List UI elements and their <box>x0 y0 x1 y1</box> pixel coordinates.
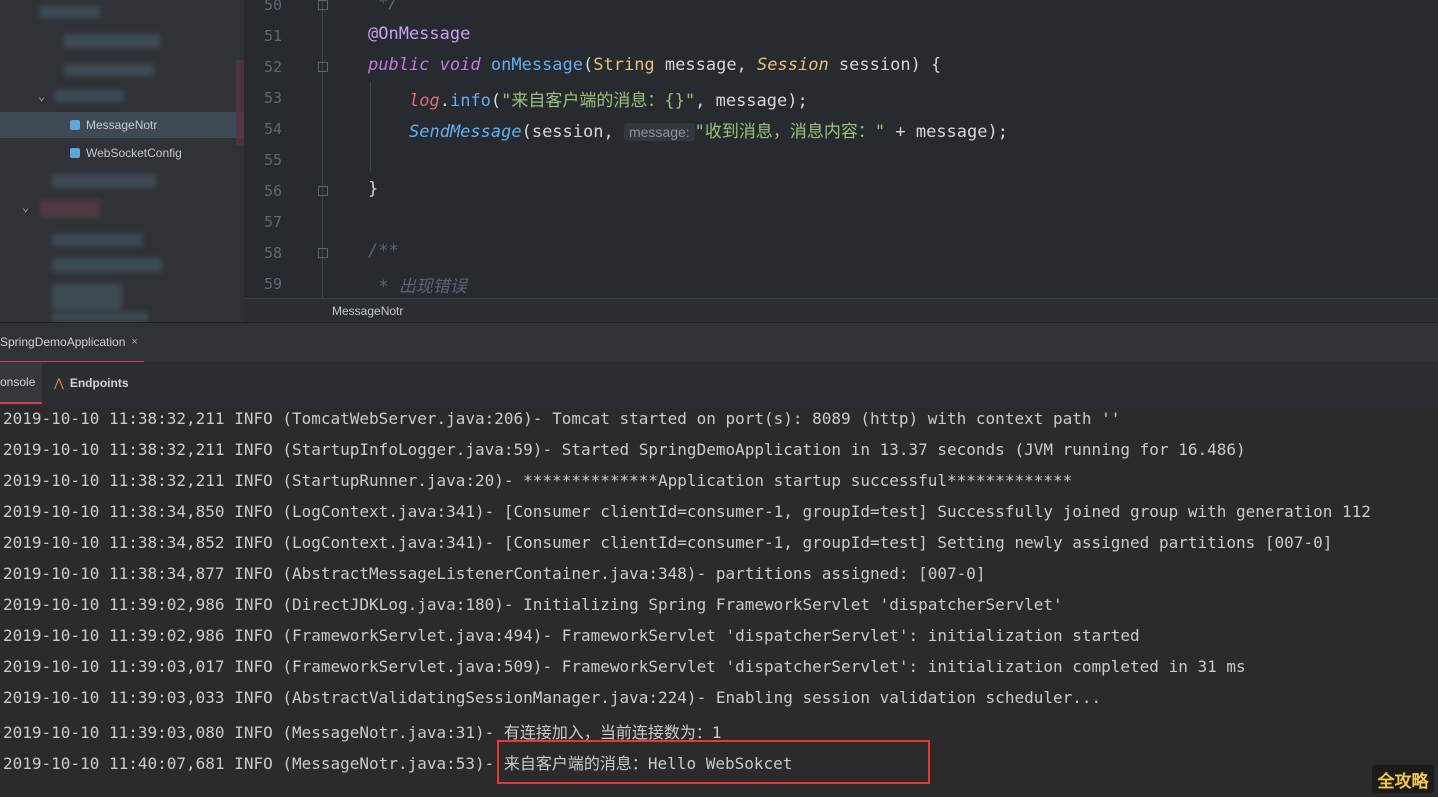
console-line: 2019-10-10 11:38:34,852 INFO (LogContext… <box>3 533 1333 552</box>
line-number: 57 <box>263 213 282 231</box>
tree-item-label: WebSocketConfig <box>86 146 182 160</box>
line-number: 56 <box>263 182 282 200</box>
chevron-down-icon[interactable]: ⌄ <box>38 89 45 103</box>
highlight-annotation-box <box>497 740 930 784</box>
breadcrumb-item[interactable]: MessageNotr <box>332 304 403 318</box>
console-line: 2019-10-10 11:38:34,877 INFO (AbstractMe… <box>3 564 986 583</box>
line-number: 59 <box>263 275 282 293</box>
watermark-logo: 全攻略 <box>1372 765 1434 793</box>
code-line-51: @OnMessage <box>368 24 471 44</box>
code-line-54: SendMessage(session, message: "收到消息，消息内容：… <box>409 122 1008 142</box>
code-line-50: */ <box>378 0 399 13</box>
code-line-53: log.info("来自客户端的消息：{}", message); <box>409 91 808 111</box>
line-number: 55 <box>263 151 282 169</box>
code-line-58: /** <box>368 241 399 261</box>
console-line: 2019-10-10 11:38:32,211 INFO (StartupRun… <box>3 471 1073 490</box>
console-line: 2019-10-10 11:39:02,986 INFO (DirectJDKL… <box>3 595 1063 614</box>
tab-endpoints-label: Endpoints <box>69 376 129 390</box>
fold-marker-icon[interactable] <box>318 62 328 72</box>
line-number: 54 <box>263 120 282 138</box>
tree-item-websocketconfig[interactable]: WebSocketConfig <box>0 140 244 166</box>
tab-console-label: onsole <box>0 375 36 389</box>
project-tree: ⌄ MessageNotr WebSocketConfig ⌄ <box>0 0 244 322</box>
run-subtab-bar: onsole ⋀ Endpoints <box>0 362 1438 405</box>
parameter-hint: message: <box>623 123 695 141</box>
class-icon <box>70 120 80 130</box>
console-line: 2019-10-10 11:38:34,850 INFO (LogContext… <box>3 502 1371 521</box>
fold-marker-icon[interactable] <box>318 0 328 10</box>
console-line: 2019-10-10 11:38:32,211 INFO (TomcatWebS… <box>3 409 1121 428</box>
fold-marker-icon[interactable] <box>318 248 328 258</box>
console-line: 2019-10-10 11:38:32,211 INFO (StartupInf… <box>3 440 1246 459</box>
close-icon[interactable]: × <box>131 336 137 348</box>
endpoints-icon: ⋀ <box>54 376 64 390</box>
console-line: 2019-10-10 11:39:03,017 INFO (FrameworkS… <box>3 657 1246 676</box>
fold-marker-icon[interactable] <box>318 186 328 196</box>
chevron-down-icon[interactable]: ⌄ <box>22 200 29 214</box>
code-line-56: } <box>368 179 379 199</box>
tab-endpoints[interactable]: ⋀ Endpoints <box>54 362 129 404</box>
error-stripe <box>236 60 244 145</box>
line-number: 50 <box>263 0 282 14</box>
line-number: 53 <box>263 89 282 107</box>
console-line: 2019-10-10 11:39:02,986 INFO (FrameworkS… <box>3 626 1140 645</box>
tab-console[interactable]: onsole <box>0 362 42 404</box>
breadcrumb[interactable]: MessageNotr <box>244 298 1438 323</box>
code-line-59: * 出现错误 <box>368 277 467 297</box>
run-config-tab[interactable]: SpringDemoApplication × <box>0 323 144 363</box>
console-output[interactable]: 2019-10-10 11:38:32,211 INFO (TomcatWebS… <box>0 404 1438 797</box>
code-line-52: public void onMessage(String message, Se… <box>368 55 942 75</box>
class-icon <box>70 148 80 158</box>
line-number: 52 <box>263 58 282 76</box>
tree-item-messagenotr[interactable]: MessageNotr <box>0 112 244 138</box>
line-number: 58 <box>263 244 282 262</box>
code-editor[interactable]: 50 51 52 53 54 55 56 57 58 59 */ @OnMess… <box>244 0 1438 298</box>
run-tab-label: SpringDemoApplication <box>0 335 126 349</box>
line-number: 51 <box>263 27 282 45</box>
indent-guide <box>370 82 371 172</box>
tree-item-label: MessageNotr <box>86 118 158 132</box>
run-tab-bar: SpringDemoApplication × <box>0 322 1438 363</box>
console-line: 2019-10-10 11:39:03,033 INFO (AbstractVa… <box>3 688 1102 707</box>
